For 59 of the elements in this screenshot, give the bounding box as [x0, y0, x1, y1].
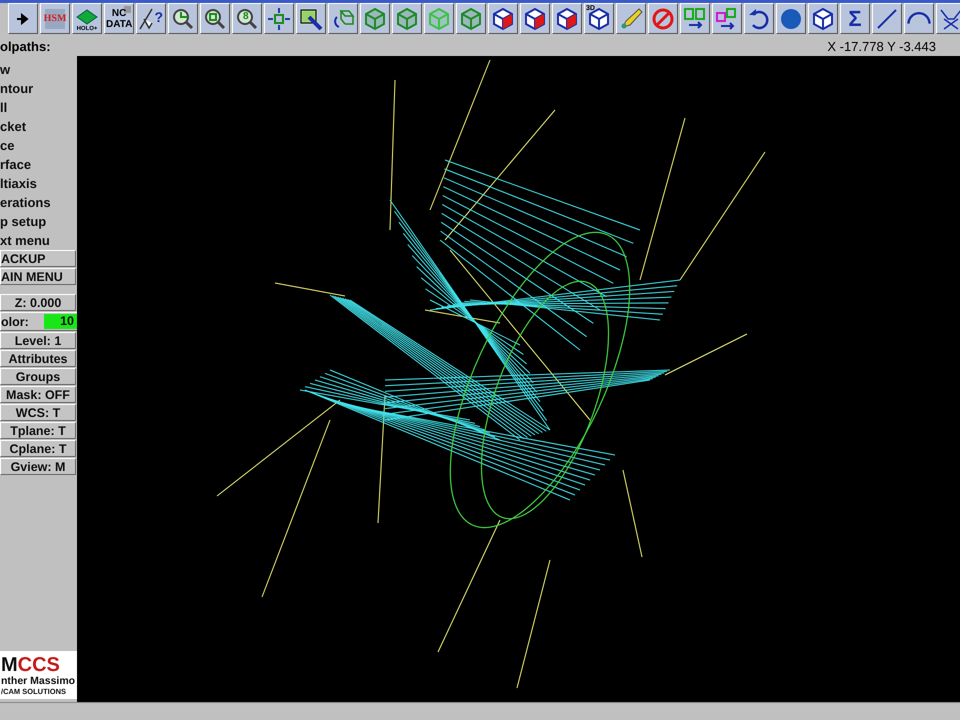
pencil-icon [619, 6, 643, 30]
cube-icon [587, 6, 611, 30]
toolbar-button[interactable] [904, 3, 934, 34]
menu-item[interactable]: ltiaxis [0, 174, 77, 193]
toolbar-button[interactable]: Σ [840, 3, 870, 34]
menu-item[interactable]: rface [0, 155, 77, 174]
toolbar-button[interactable] [744, 3, 774, 34]
move-icon [267, 6, 291, 30]
menu-item[interactable]: cket [0, 117, 77, 136]
color-setting[interactable]: olor: 10 [0, 312, 78, 331]
squares-icon [683, 6, 707, 30]
toolbar-button[interactable] [680, 3, 710, 34]
toolbar-button[interactable] [8, 3, 38, 34]
toolbar-button[interactable] [712, 3, 742, 34]
brush-icon [299, 6, 323, 30]
coordinates-text: X -17.778 Y -3.443 [827, 38, 936, 54]
line-icon [875, 6, 899, 30]
zoom-icon [171, 6, 195, 30]
toolbar-button[interactable] [200, 3, 230, 34]
arc-icon [907, 12, 931, 26]
toolbar-button[interactable] [296, 3, 326, 34]
toolbar-button[interactable] [648, 3, 678, 34]
color-swatch: 10 [44, 314, 77, 329]
zoom-icon [235, 6, 259, 30]
toolbar-button[interactable] [872, 3, 902, 34]
color-label: olor: [1, 314, 29, 328]
setting-button[interactable]: Level: 1 [0, 332, 76, 349]
menu-item[interactable]: xt menu [0, 231, 77, 250]
sphere-icon [779, 6, 803, 30]
menu-item[interactable]: ll [0, 98, 77, 117]
toolbar-button[interactable] [808, 3, 838, 34]
menu-button[interactable]: AIN MENU [0, 268, 76, 285]
setting-button[interactable]: Cplane: T [0, 440, 76, 457]
menu-item[interactable]: w [0, 60, 77, 79]
undo-icon [747, 6, 771, 30]
menu-item[interactable]: p setup [0, 212, 77, 231]
zoom-icon [203, 6, 227, 30]
setting-button[interactable]: Mask: OFF [0, 386, 76, 403]
toolbar-button[interactable]: NC DATA [104, 3, 134, 34]
setting-button[interactable]: Gview: M [0, 458, 76, 475]
toolbar-button[interactable] [328, 3, 358, 34]
squares-icon [715, 6, 739, 30]
prohibited-icon [651, 6, 675, 30]
setting-button[interactable]: Attributes [0, 350, 76, 367]
menu-item[interactable]: ce [0, 136, 77, 155]
menu-item[interactable]: ntour [0, 79, 77, 98]
toolbar-button[interactable] [616, 3, 646, 34]
setting-button[interactable]: Groups [0, 368, 76, 385]
toolbar-button[interactable] [776, 3, 806, 34]
setting-button[interactable]: WCS: T [0, 404, 76, 421]
menu-item[interactable]: erations [0, 193, 77, 212]
setting-button[interactable]: Tplane: T [0, 422, 76, 439]
toolbar-button[interactable] [936, 3, 960, 34]
prompt-text: olpaths: [0, 38, 51, 54]
toolbar-button[interactable] [168, 3, 198, 34]
setting-button[interactable]: Z: 0.000 [0, 294, 76, 311]
toolbar-button[interactable] [264, 3, 294, 34]
menu-button[interactable]: ACKUP [0, 250, 76, 267]
toolbar-button[interactable]: ? [136, 3, 166, 34]
